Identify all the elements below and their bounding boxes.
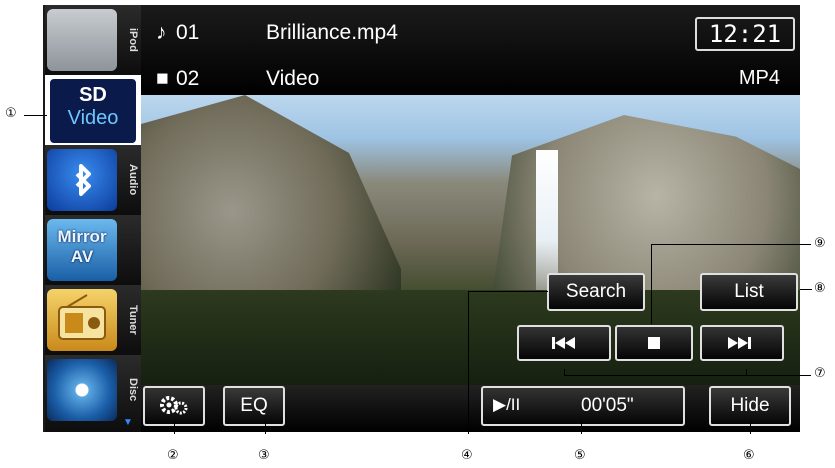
callout-line-4b bbox=[468, 291, 548, 292]
callout-3: ③ bbox=[258, 448, 270, 463]
previous-icon bbox=[552, 337, 575, 349]
sd-label: SD bbox=[79, 84, 107, 106]
search-button[interactable]: Search bbox=[547, 273, 645, 311]
next-track-button[interactable] bbox=[700, 325, 784, 361]
callout-line-9 bbox=[651, 244, 811, 245]
now-playing-header: ♪ 01 Brilliance.mp4 ■ 02 Video 12:21 MP4 bbox=[141, 5, 800, 95]
sd-video-icon: SD Video bbox=[48, 77, 138, 145]
callout-5: ⑤ bbox=[574, 448, 586, 463]
disc-icon bbox=[47, 359, 117, 421]
head-unit-screen: iPod SD Video Audio Mirror AV Tuner Disc… bbox=[43, 5, 800, 432]
scroll-down-icon[interactable]: ▼ bbox=[123, 417, 133, 428]
list-button[interactable]: List bbox=[700, 273, 798, 311]
source-tuner[interactable]: Tuner bbox=[45, 285, 141, 356]
track-number: 01 bbox=[176, 21, 200, 44]
previous-track-button[interactable] bbox=[517, 325, 611, 361]
callout-2: ② bbox=[167, 448, 179, 463]
track-title: Brilliance.mp4 bbox=[266, 21, 398, 44]
next-icon bbox=[728, 337, 751, 349]
callout-7: ⑦ bbox=[814, 366, 826, 381]
callout-1: ① bbox=[5, 106, 17, 121]
elapsed-time: 00'05" bbox=[581, 395, 634, 416]
play-pause-button[interactable]: ▶/II 00'05" bbox=[481, 386, 685, 426]
eq-button[interactable]: EQ bbox=[223, 386, 285, 426]
stop-icon bbox=[648, 337, 660, 349]
mirror-av-icon: Mirror AV bbox=[47, 219, 117, 281]
source-bluetooth-audio[interactable]: Audio bbox=[45, 145, 141, 216]
source-label: iPod bbox=[127, 28, 139, 52]
source-mirror-av[interactable]: Mirror AV bbox=[45, 215, 141, 286]
clock: 12:21 bbox=[695, 17, 795, 51]
source-label: Audio bbox=[127, 164, 139, 196]
source-ipod[interactable]: iPod bbox=[45, 5, 141, 76]
track-row: ♪ 01 Brilliance.mp4 bbox=[156, 21, 398, 45]
folder-icon: ■ bbox=[156, 67, 169, 90]
bluetooth-icon bbox=[47, 149, 117, 211]
settings-gear-icon bbox=[160, 396, 188, 415]
ipod-dock-icon bbox=[47, 9, 117, 71]
source-label: Disc bbox=[127, 378, 139, 402]
video-label: Video bbox=[67, 107, 119, 129]
callout-line-8 bbox=[800, 289, 812, 290]
av-label: AV bbox=[70, 247, 94, 266]
callout-line-9b bbox=[651, 244, 652, 324]
callout-line-3 bbox=[265, 420, 266, 434]
file-format: MP4 bbox=[738, 67, 780, 89]
source-sidebar: iPod SD Video Audio Mirror AV Tuner Disc… bbox=[43, 5, 141, 432]
folder-number: 02 bbox=[176, 67, 200, 90]
folder-row: ■ 02 Video bbox=[156, 67, 319, 91]
play-pause-icon: ▶/II bbox=[493, 395, 521, 414]
source-sd-video[interactable]: SD Video bbox=[45, 75, 141, 146]
callout-line-5 bbox=[581, 420, 582, 434]
folder-title: Video bbox=[266, 67, 320, 90]
callout-line-4 bbox=[468, 291, 469, 434]
radio-icon bbox=[47, 289, 117, 351]
mirror-label: Mirror bbox=[57, 227, 107, 246]
callout-6: ⑥ bbox=[743, 448, 755, 463]
stop-button[interactable] bbox=[615, 325, 693, 361]
callout-line-7 bbox=[564, 375, 811, 376]
callout-line-1 bbox=[24, 115, 47, 116]
callout-4: ④ bbox=[461, 448, 473, 463]
callout-line-6 bbox=[750, 420, 751, 434]
source-label: Tuner bbox=[127, 305, 139, 335]
callout-line-2 bbox=[174, 420, 175, 434]
callout-9: ⑨ bbox=[814, 236, 826, 251]
music-note-icon: ♪ bbox=[156, 21, 167, 44]
callout-8: ⑧ bbox=[814, 281, 826, 296]
